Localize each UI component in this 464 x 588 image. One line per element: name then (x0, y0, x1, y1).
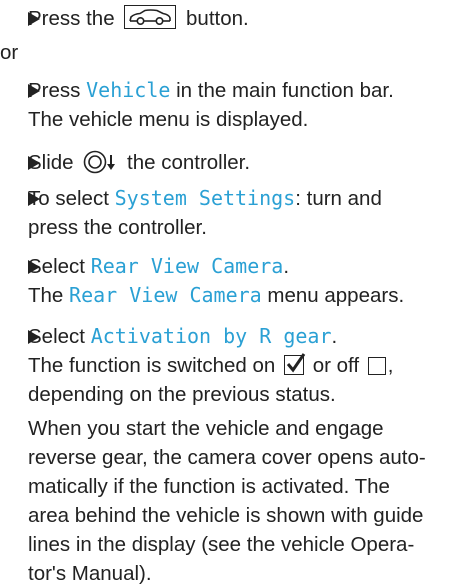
checkbox-unchecked-icon (367, 357, 386, 375)
step-select-rear-view-camera: Select Rear View Camera. The Rear View C… (28, 254, 405, 307)
checkbox-checked-icon (283, 353, 306, 375)
step-press-vehicle-button: Press the button. (28, 4, 458, 33)
manual-page: Press the button. or Press Vehicle in th… (0, 0, 464, 585)
menu-term: Vehicle (86, 78, 171, 102)
step-slide-controller: Slide the controller. (28, 148, 458, 182)
controller-slide-down-icon (83, 150, 119, 182)
step-text: Press the (28, 7, 115, 30)
step-select-activation: Select Activation by R gear. The functio… (28, 324, 394, 406)
step-bullet-icon (28, 192, 40, 206)
menu-term: Rear View Camera (90, 254, 284, 278)
step-select-system-settings: To select System Settings: turn and pres… (28, 186, 382, 239)
step-bullet-icon (28, 156, 40, 170)
menu-term: Rear View Camera (69, 283, 262, 307)
step-result-text: The vehicle menu is displayed. (28, 108, 309, 131)
step-bullet-icon (28, 84, 40, 98)
vehicle-button-icon (124, 5, 177, 29)
menu-term: Activation by R gear (90, 324, 332, 348)
step-press-vehicle-menu: Press Vehicle in the main function bar. … (28, 76, 458, 134)
step-bullet-icon (28, 330, 40, 344)
note-paragraph: When you start the vehicle and engage re… (28, 417, 426, 585)
step-text: button. (186, 7, 249, 30)
menu-term: System Settings (114, 186, 296, 210)
step-bullet-icon (28, 12, 40, 26)
step-bullet-icon (28, 260, 40, 274)
or-separator: or (0, 41, 19, 64)
